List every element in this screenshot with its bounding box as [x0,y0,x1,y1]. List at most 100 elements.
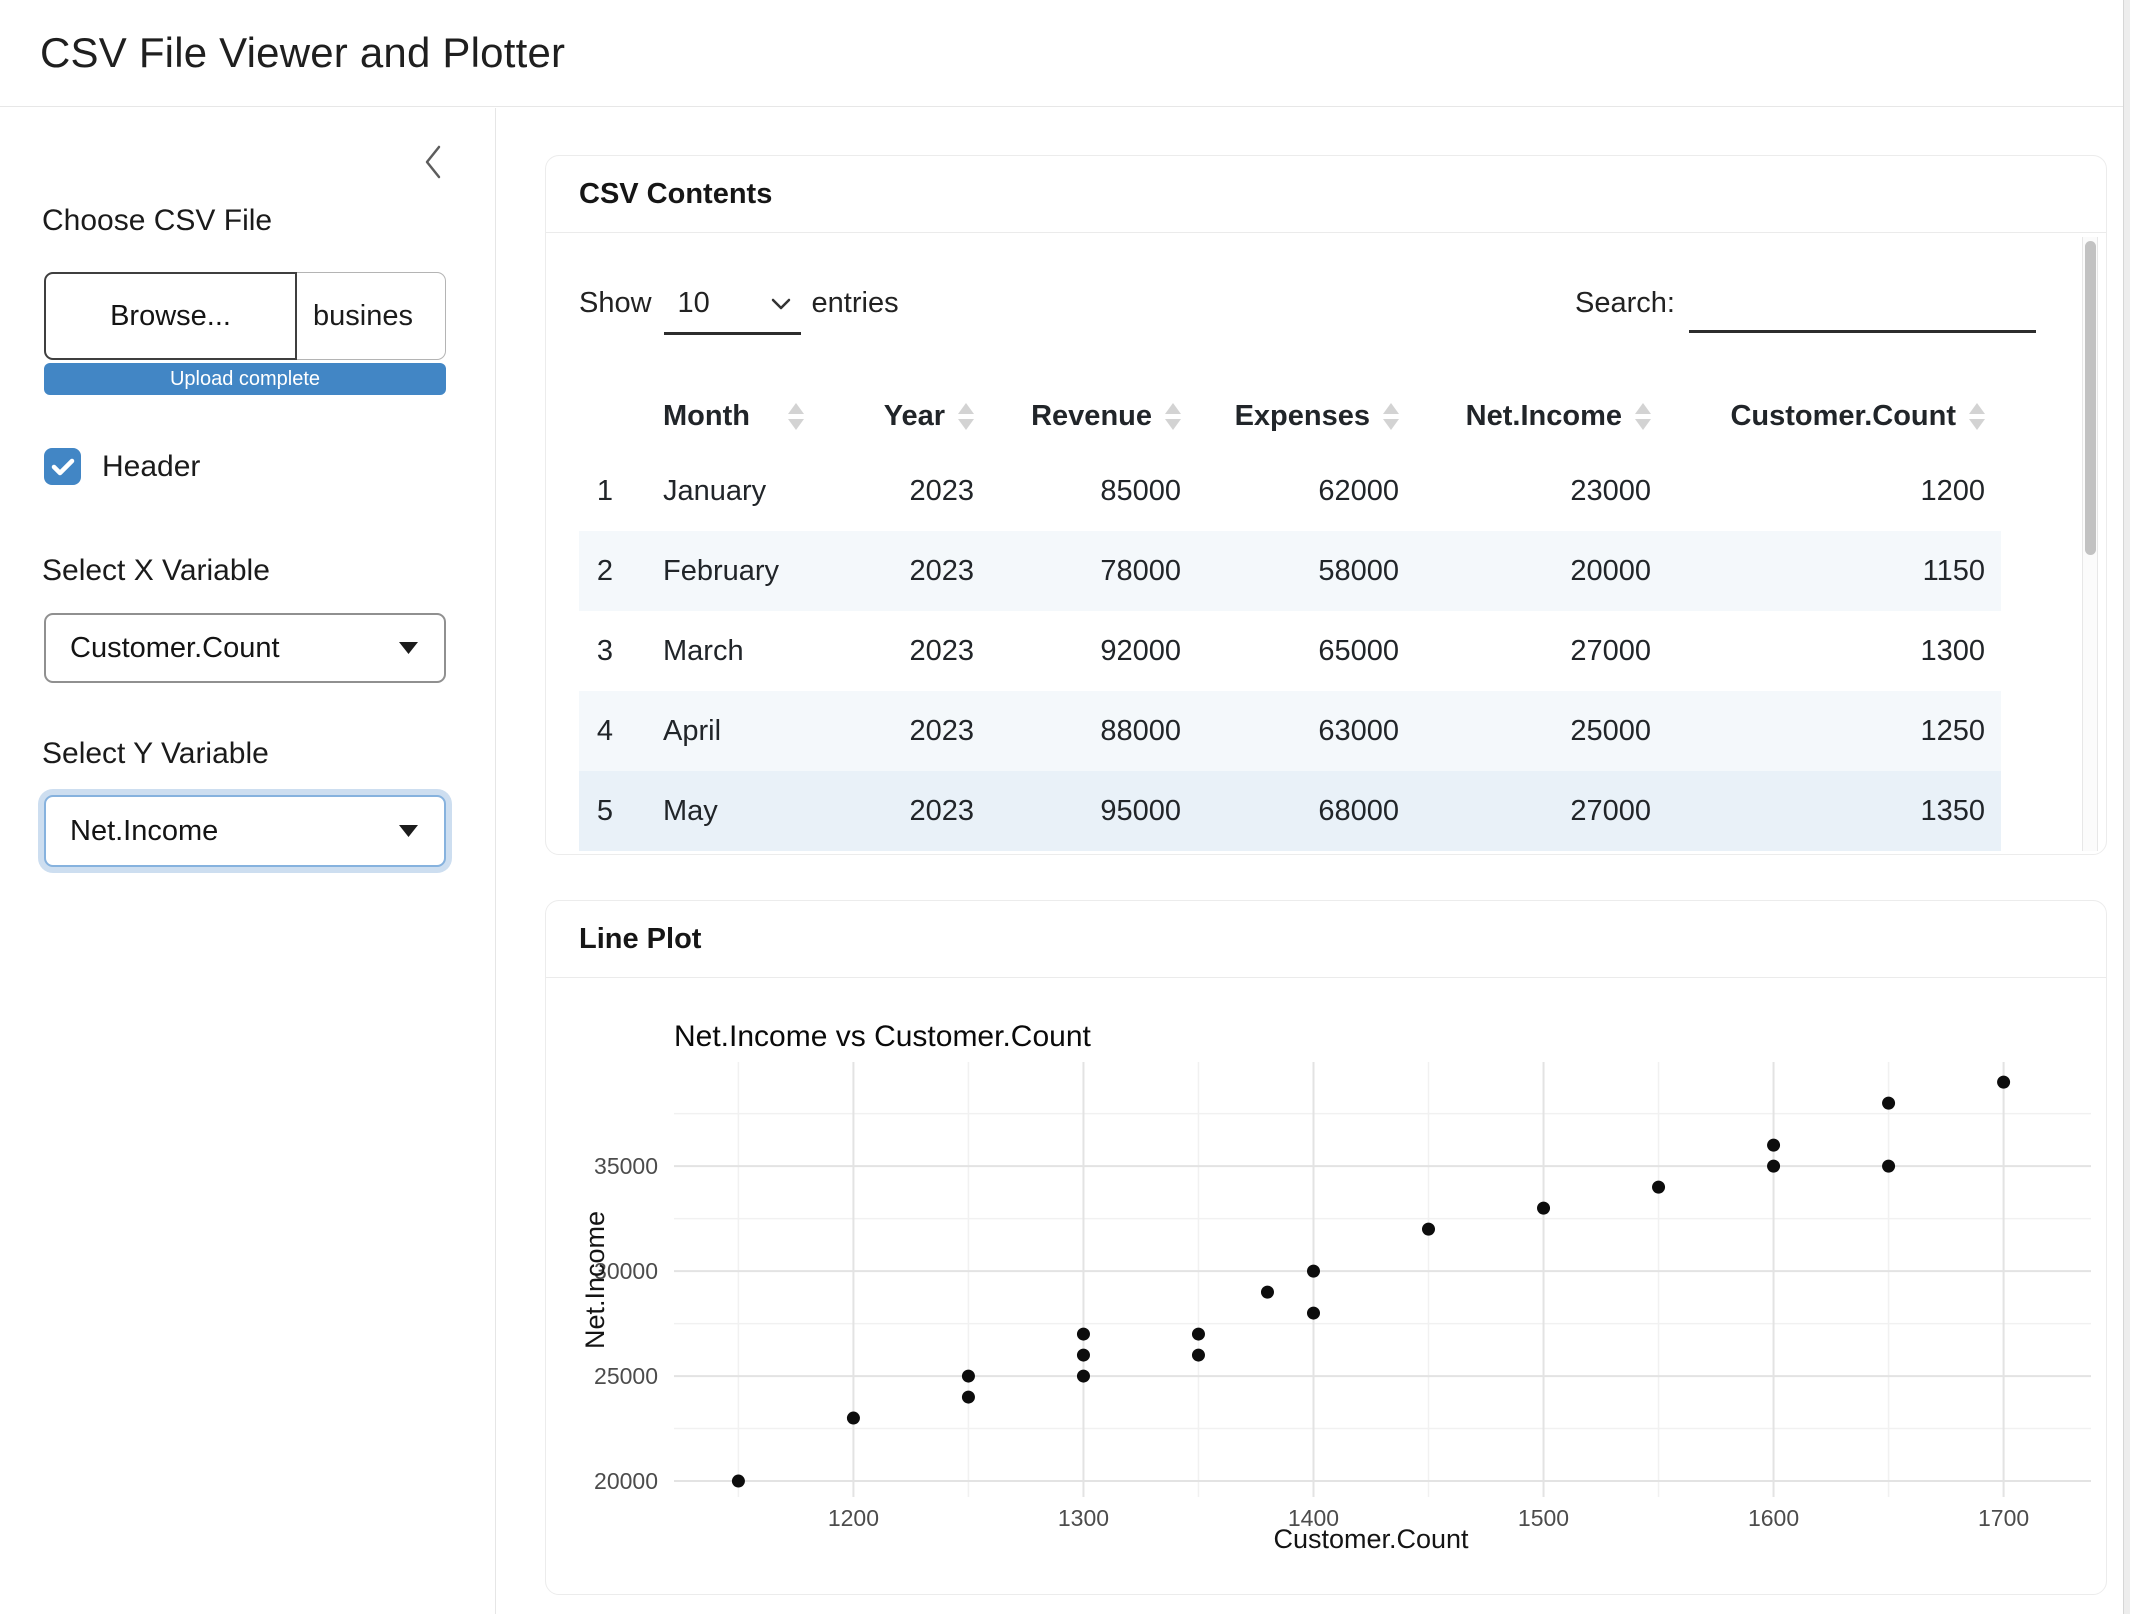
table-cell: 2 [579,531,629,611]
table-row: 1January20238500062000230001200 [579,451,2001,531]
csv-contents-title: CSV Contents [546,156,2106,233]
csv-table-head: MonthYear Revenue Expenses Net.Income Custom… [579,381,2001,451]
file-name-field[interactable]: busines [297,272,446,360]
data-point [1422,1223,1435,1236]
data-point [1192,1328,1205,1341]
column-header-revenue[interactable]: Revenue [974,381,1181,451]
table-cell: 85000 [974,451,1181,531]
sort-icon [788,403,805,430]
browse-button[interactable]: Browse... [44,272,297,360]
csv-contents-card: CSV Contents Show 10 entries Search: [545,155,2107,855]
sort-icon [1968,403,1985,430]
caret-down-icon [399,642,418,654]
table-cell: 1300 [1651,611,2001,691]
sort-icon [957,403,974,430]
data-point [847,1412,860,1425]
entries-label: entries [812,287,899,320]
csv-contents-body: Show 10 entries Search: [546,233,2106,855]
data-point [1767,1139,1780,1152]
sidebar: Choose CSV File Browse... busines Upload… [0,108,496,1614]
csv-table-body: 1January202385000620002300012002February… [579,451,2001,851]
top-bar: CSV File Viewer and Plotter [0,0,2130,107]
table-cell: 25000 [1399,691,1651,771]
table-header-row: MonthYear Revenue Expenses Net.Income Custom… [579,381,2001,451]
table-cell: 2023 [851,691,974,771]
table-cell: 1200 [1651,451,2001,531]
line-plot-title: Line Plot [546,901,2106,978]
search-input[interactable] [1689,281,2036,333]
table-cell: 4 [579,691,629,771]
table-cell: 63000 [1181,691,1399,771]
upload-progress-bar: Upload complete [44,363,446,395]
caret-down-icon [399,825,418,837]
scatter-plot: 1200130014001500160017002000025000300003… [546,978,2107,1595]
column-header-net-income[interactable]: Net.Income [1399,381,1651,451]
column-header-customer-count[interactable]: Customer.Count [1651,381,2001,451]
plot-x-axis-label: Customer.Count [1273,1524,1469,1554]
table-row: 4April20238800063000250001250 [579,691,2001,771]
x-tick-label: 1600 [1748,1505,1799,1531]
column-label: Net.Income [1466,400,1622,433]
table-cell: 2023 [851,451,974,531]
x-variable-value: Customer.Count [70,632,280,665]
app-window: CSV File Viewer and Plotter Choose CSV F… [0,0,2130,1614]
table-cell: 2023 [851,531,974,611]
column-header-year[interactable]: Year [851,381,974,451]
data-point [1077,1349,1090,1362]
table-cell: 62000 [1181,451,1399,531]
y-tick-label: 35000 [594,1153,658,1179]
x-variable-select[interactable]: Customer.Count [44,613,446,683]
page-title: CSV File Viewer and Plotter [40,29,565,77]
table-cell: 58000 [1181,531,1399,611]
header-checkbox[interactable] [44,448,81,485]
table-cell: 1 [579,451,629,531]
table-cell: May [629,771,851,851]
data-point [1537,1202,1550,1215]
table-cell: April [629,691,851,771]
table-length-control: Show 10 entries [579,281,899,335]
column-header-month[interactable]: Month [629,381,851,451]
data-point [732,1475,745,1488]
data-point [1261,1286,1274,1299]
table-cell: 88000 [974,691,1181,771]
entries-select[interactable]: 10 [664,281,801,335]
table-cell: 2023 [851,771,974,851]
column-label: Revenue [1031,400,1152,433]
x-variable-label: Select X Variable [42,554,270,588]
table-cell: 95000 [974,771,1181,851]
table-scrollbar-thumb[interactable] [2085,241,2096,555]
line-plot-card: Line Plot 120013001400150016001700200002… [545,900,2107,1595]
x-tick-label: 1200 [828,1505,879,1531]
file-input-label: Choose CSV File [42,204,272,238]
search-label: Search: [1575,287,1675,320]
sort-icon [1164,403,1181,430]
table-cell: 1150 [1651,531,2001,611]
check-icon [51,457,75,477]
data-point [962,1370,975,1383]
x-tick-label: 1500 [1518,1505,1569,1531]
column-header-expenses[interactable]: Expenses [1181,381,1399,451]
table-cell: 27000 [1399,771,1651,851]
window-scrollbar-edge[interactable] [2123,0,2130,1614]
table-cell: 5 [579,771,629,851]
file-input: Browse... busines [44,272,446,360]
x-tick-label: 1700 [1978,1505,2029,1531]
table-cell: 3 [579,611,629,691]
data-point [962,1391,975,1404]
sort-icon [1382,403,1399,430]
table-search-control: Search: [1575,281,2036,333]
x-tick-label: 1300 [1058,1505,1109,1531]
y-variable-label: Select Y Variable [42,737,269,771]
y-variable-value: Net.Income [70,815,218,848]
data-point [1077,1370,1090,1383]
table-scrollbar-track[interactable] [2082,237,2098,851]
table-row: 3March20239200065000270001300 [579,611,2001,691]
y-tick-label: 20000 [594,1468,658,1494]
y-variable-select[interactable]: Net.Income [44,795,446,867]
data-point [1307,1265,1320,1278]
table-cell: 2023 [851,611,974,691]
header-checkbox-label: Header [102,448,200,485]
sidebar-collapse-button[interactable] [416,142,450,182]
data-point [1882,1160,1895,1173]
table-cell: 27000 [1399,611,1651,691]
